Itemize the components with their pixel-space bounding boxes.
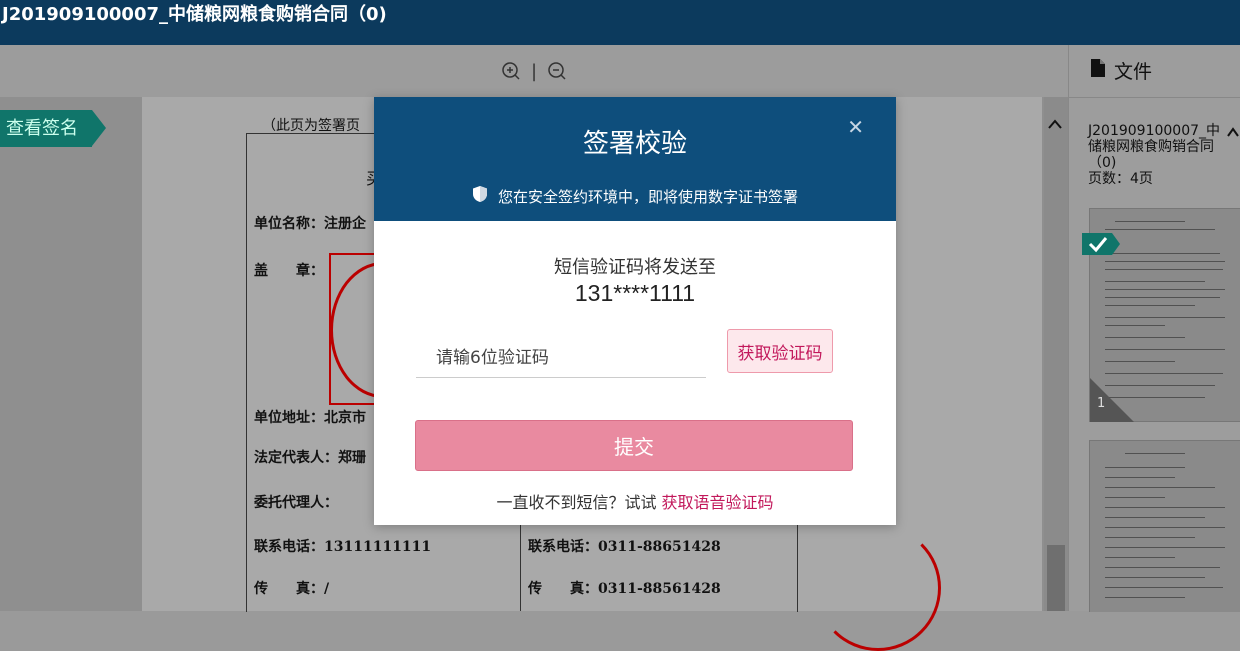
verification-code-input[interactable] <box>416 338 706 378</box>
page-note: （此页为签署页 <box>262 118 360 134</box>
field-fax-left: 传 真：/ <box>254 581 330 597</box>
field-phone-right: 联系电话：0311-88651428 <box>528 539 721 555</box>
voice-code-hint: 一直收不到短信？试试 获取语音验证码 <box>374 489 896 513</box>
view-signature-label: 查看签名 <box>6 118 78 139</box>
zoom-in-icon[interactable] <box>501 61 521 81</box>
modal-header: 签署校验 ✕ 您在安全签约环境中，即将使用数字证书签署 <box>374 97 896 221</box>
file-name: J201909100007_中储粮网粮食购销合同（0) <box>1088 123 1221 171</box>
file-panel-header: 文件 <box>1090 57 1152 84</box>
file-panel-divider <box>1068 97 1240 98</box>
document-title: J201909100007_中储粮网粮食购销合同（0) <box>2 4 387 25</box>
zoom-toolbar: | <box>0 45 1068 97</box>
scroll-up-icon[interactable] <box>1047 115 1063 134</box>
field-address: 单位地址：北京市 <box>254 410 366 426</box>
page-number-label: 1 <box>1097 396 1106 411</box>
sms-label: 短信验证码将发送至 <box>554 257 716 278</box>
close-icon[interactable]: ✕ <box>847 115 864 139</box>
secure-notice: 您在安全签约环境中，即将使用数字证书签署 <box>374 185 896 207</box>
field-seal: 盖 章： <box>254 263 324 279</box>
shield-icon <box>472 185 498 207</box>
modal-title: 签署校验 <box>582 129 687 159</box>
company-seal-right <box>815 525 941 651</box>
viewer-scrollbar[interactable] <box>1044 97 1068 611</box>
signed-check-tag <box>1082 233 1120 255</box>
get-code-button[interactable]: 获取验证码 <box>727 329 833 373</box>
view-signature-tag[interactable]: 查看签名 <box>0 110 106 147</box>
sign-verify-modal: 签署校验 ✕ 您在安全签约环境中，即将使用数字证书签署 短信验证码将发送至 13… <box>374 97 896 525</box>
field-fax-right: 传 真：0311-88561428 <box>528 581 721 597</box>
zoom-separator: | <box>530 60 538 82</box>
voice-code-link[interactable]: 获取语音验证码 <box>662 493 774 512</box>
masked-phone: 131****1111 <box>574 280 696 306</box>
secure-notice-text: 您在安全签约环境中，即将使用数字证书签署 <box>497 187 798 206</box>
file-icon <box>1090 58 1106 83</box>
submit-button[interactable]: 提交 <box>415 420 853 471</box>
zoom-out-icon[interactable] <box>547 61 567 81</box>
field-agent: 委托代理人： <box>254 495 338 511</box>
window-title-bar: J201909100007_中储粮网粮食购销合同（0) <box>0 0 1240 45</box>
field-legal-rep: 法定代表人：郑珊 <box>254 450 366 466</box>
voice-hint-text: 一直收不到短信？试试 <box>496 493 657 512</box>
file-panel-title: 文件 <box>1114 61 1153 83</box>
field-phone-left: 联系电话：13111111111 <box>254 539 432 555</box>
field-company-name: 单位名称：注册企 <box>254 216 366 232</box>
page-thumbnail-2[interactable] <box>1089 440 1240 612</box>
viewer-scroll-thumb[interactable] <box>1047 545 1065 611</box>
file-page-count: 页数：4页 <box>1088 171 1153 187</box>
file-item[interactable]: J201909100007_中储粮网粮食购销合同（0) 页数：4页 <box>1088 123 1233 187</box>
collapse-file-icon[interactable] <box>1226 123 1240 142</box>
